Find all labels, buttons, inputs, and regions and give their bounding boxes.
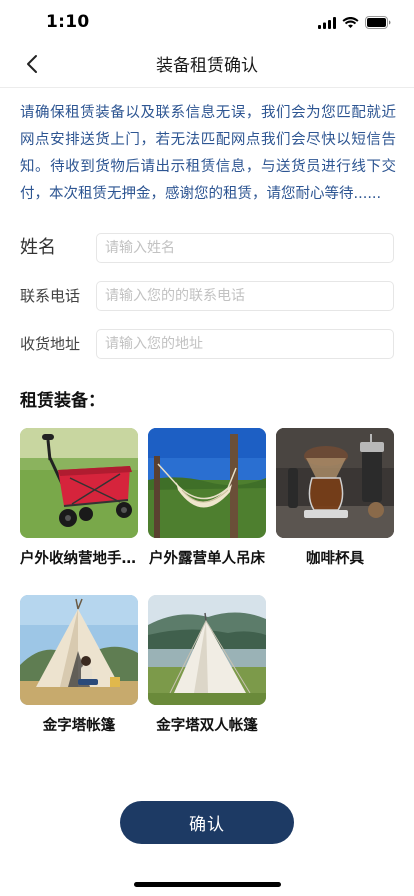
home-indicator [134, 882, 281, 887]
phone-label: 联系电话 [20, 287, 81, 305]
equipment-name: 户外收纳营地手推车 [20, 551, 138, 567]
hammock-image [148, 428, 266, 538]
wifi-icon [342, 14, 359, 33]
address-label: 收货地址 [20, 335, 81, 353]
equipment-name: 金字塔双人帐篷 [156, 718, 258, 734]
page-title: 装备租赁确认 [156, 56, 258, 76]
confirm-button[interactable]: 确认 [120, 801, 294, 844]
name-label: 姓名 [20, 237, 56, 258]
address-input[interactable] [96, 329, 394, 359]
double-pyramid-tent-image [148, 595, 266, 705]
status-bar: 1:10 [0, 0, 414, 44]
chevron-left-icon [26, 54, 38, 78]
status-icons [318, 14, 392, 33]
notice-text: 请确保租赁装备以及联系信息无误，我们会为您匹配就近网点安排送货上门，若无法匹配网… [20, 105, 396, 202]
equipment-card[interactable]: 户外收纳营地手推车 [20, 428, 138, 568]
equipment-name: 咖啡杯具 [306, 551, 364, 567]
signal-icon [318, 14, 336, 33]
name-input[interactable] [96, 233, 394, 263]
equipment-card[interactable]: 户外露营单人吊床 [148, 428, 266, 568]
back-button[interactable] [14, 48, 50, 84]
phone-input[interactable] [96, 281, 394, 311]
equipment-name: 金字塔帐篷 [42, 718, 116, 734]
equipment-card[interactable]: 金字塔帐篷 [20, 595, 138, 735]
name-row: 姓名 [20, 232, 396, 264]
pyramid-tent-image [20, 595, 138, 705]
nav-bar: 装备租赁确认 [0, 44, 414, 88]
address-row: 收货地址 [20, 328, 396, 360]
battery-icon [365, 14, 392, 33]
equipment-section-title: 租赁装备： [20, 391, 105, 411]
status-time: 1:10 [46, 12, 90, 32]
equipment-card[interactable]: 金字塔双人帐篷 [148, 595, 266, 735]
coffee-set-image [276, 428, 394, 538]
wagon-image [20, 428, 138, 538]
equipment-name: 户外露营单人吊床 [149, 551, 265, 567]
equipment-card[interactable]: 咖啡杯具 [276, 428, 394, 568]
phone-row: 联系电话 [20, 280, 396, 312]
